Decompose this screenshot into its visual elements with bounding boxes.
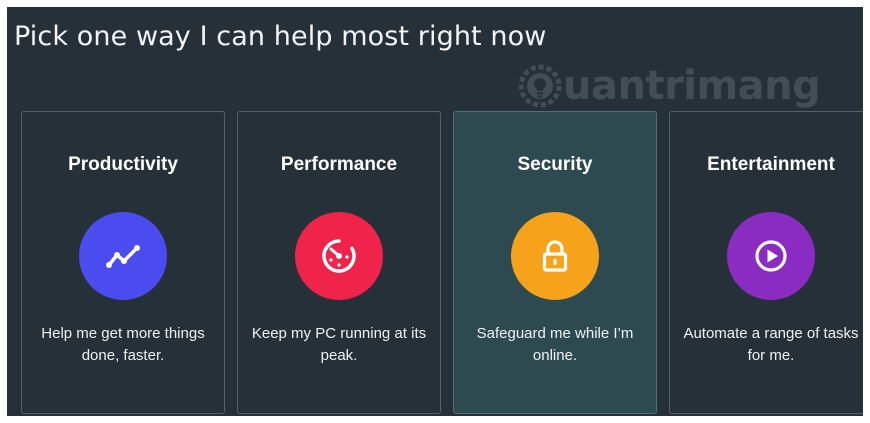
card-title: Performance (280, 154, 398, 175)
card-description: Automate a range of tasks for me. (683, 325, 859, 364)
card-description: Safeguard me while I’m online. (476, 325, 634, 364)
trend-line-icon (106, 245, 140, 268)
performance-icon-circle (295, 212, 383, 300)
card-productivity[interactable]: Productivity Help me get more things don… (21, 111, 225, 414)
productivity-icon-circle (79, 212, 167, 300)
entertainment-icon-circle (727, 212, 815, 300)
card-description: Keep my PC running at its peak. (251, 325, 427, 364)
watermark: uantrimang (517, 63, 821, 109)
page-title: Pick one way I can help most right now (14, 21, 547, 52)
card-title: Entertainment (707, 154, 835, 175)
card-entertainment[interactable]: Entertainment Automate a range of tasks … (669, 111, 863, 414)
watermark-text: uantrimang (563, 63, 821, 109)
card-security[interactable]: Security Safeguard me while I’m online. (453, 111, 657, 414)
security-icon-circle (511, 212, 599, 300)
lightbulb-gear-icon (518, 64, 562, 108)
card-performance[interactable]: Performance Keep my PC running at its pe… (237, 111, 441, 414)
lock-icon (542, 240, 568, 272)
card-title: Productivity (68, 154, 178, 175)
card-title: Security (517, 154, 593, 175)
play-icon (755, 240, 787, 272)
card-description: Help me get more things done, faster. (41, 325, 205, 364)
app-window: Pick one way I can help most right now u… (7, 7, 863, 416)
speed-gauge-icon (322, 239, 356, 273)
